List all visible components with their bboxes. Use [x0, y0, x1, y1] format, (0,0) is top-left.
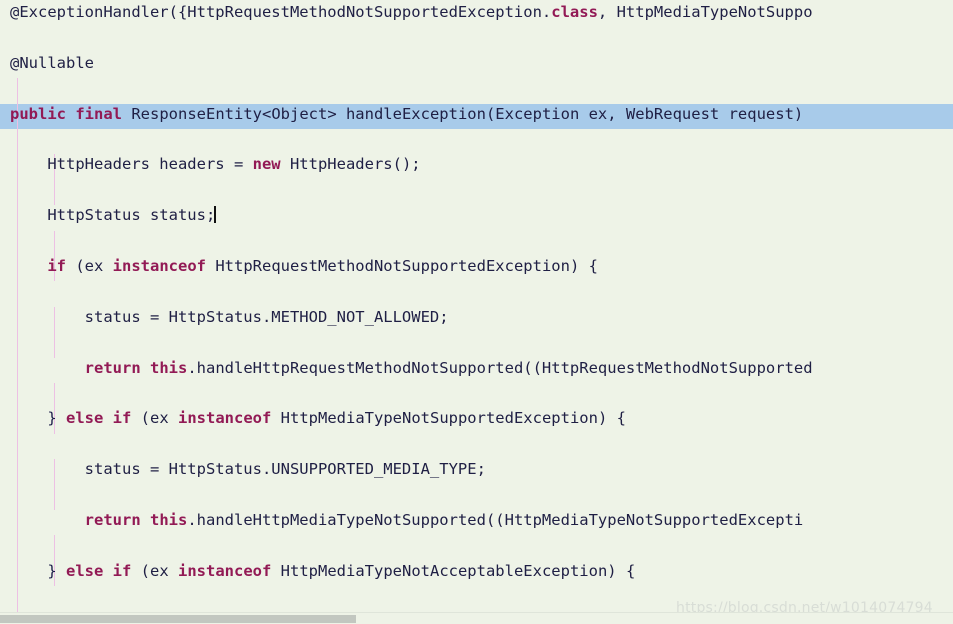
code-line[interactable]: if (ex instanceof HttpRequestMethodNotSu…: [0, 254, 953, 279]
code-line[interactable]: } else if (ex instanceof HttpMediaTypeNo…: [0, 406, 953, 431]
code-keyword: instanceof: [178, 561, 272, 580]
code-text: }: [47, 561, 66, 580]
code-text: HttpStatus status;: [47, 206, 216, 225]
code-line[interactable]: @Nullable: [0, 51, 953, 76]
code-line[interactable]: public final ResponseEntity<Object> hand…: [0, 102, 953, 127]
code-keyword: else: [66, 409, 104, 428]
code-line[interactable]: status = HttpStatus.UNSUPPORTED_MEDIA_TY…: [0, 457, 953, 482]
code-text: @ExceptionHandler({HttpRequestMethodNotS…: [10, 3, 552, 21]
code-keyword: if: [112, 409, 132, 428]
text-caret: [214, 206, 217, 224]
code-text: HttpHeaders headers =: [47, 155, 253, 174]
code-text: HttpMediaTypeNotAcceptableException) {: [271, 561, 636, 580]
code-keyword: return: [84, 510, 141, 529]
code-keyword: else: [66, 561, 104, 580]
code-keyword: new: [252, 155, 281, 174]
code-line[interactable]: HttpStatus status;: [0, 203, 953, 228]
code-text: .handleHttpMediaTypeNotSupported((HttpMe…: [187, 510, 804, 529]
code-keyword: this: [150, 510, 188, 529]
code-keyword: if: [47, 256, 66, 275]
code-text: ResponseEntity<Object> handleException(E…: [122, 104, 804, 123]
code-line[interactable]: @ExceptionHandler({HttpRequestMethodNotS…: [0, 0, 953, 25]
horizontal-scrollbar-thumb[interactable]: [0, 615, 356, 623]
code-line[interactable]: HttpHeaders headers = new HttpHeaders();: [0, 152, 953, 177]
code-keyword: instanceof: [112, 256, 206, 275]
code-keyword: instanceof: [178, 409, 272, 428]
code-text: @Nullable: [10, 53, 94, 72]
code-text: status = HttpStatus.METHOD_NOT_ALLOWED;: [84, 307, 449, 326]
code-text: status = HttpStatus.UNSUPPORTED_MEDIA_TY…: [84, 460, 486, 479]
code-keyword: final: [75, 104, 123, 123]
code-text: (ex: [131, 409, 179, 428]
code-keyword: return: [84, 358, 141, 377]
code-keyword: if: [112, 561, 132, 580]
code-line[interactable]: status = HttpStatus.METHOD_NOT_ALLOWED;: [0, 305, 953, 330]
code-keyword: public: [10, 104, 66, 123]
code-line[interactable]: return this.handleHttpMediaTypeNotSuppor…: [0, 508, 953, 533]
code-keyword: class: [551, 3, 598, 21]
code-text: HttpHeaders();: [280, 155, 421, 174]
code-surface[interactable]: @ExceptionHandler({HttpRequestMethodNotS…: [0, 0, 953, 612]
code-line-list[interactable]: @ExceptionHandler({HttpRequestMethodNotS…: [0, 0, 953, 609]
code-text: (ex: [66, 256, 113, 275]
code-line[interactable]: } else if (ex instanceof HttpMediaTypeNo…: [0, 559, 953, 584]
code-text: , HttpMediaTypeNotSuppo: [597, 3, 813, 21]
code-text: (ex: [131, 561, 179, 580]
code-keyword: this: [150, 358, 188, 377]
horizontal-scrollbar-track[interactable]: [0, 612, 953, 624]
code-text: }: [47, 409, 66, 428]
code-text: .handleHttpRequestMethodNotSupported((Ht…: [187, 358, 813, 377]
code-text: HttpRequestMethodNotSupportedException) …: [206, 256, 598, 275]
code-line[interactable]: return this.handleHttpRequestMethodNotSu…: [0, 356, 953, 381]
code-text: HttpMediaTypeNotSupportedException) {: [271, 409, 626, 428]
code-editor[interactable]: @ExceptionHandler({HttpRequestMethodNotS…: [0, 0, 953, 624]
